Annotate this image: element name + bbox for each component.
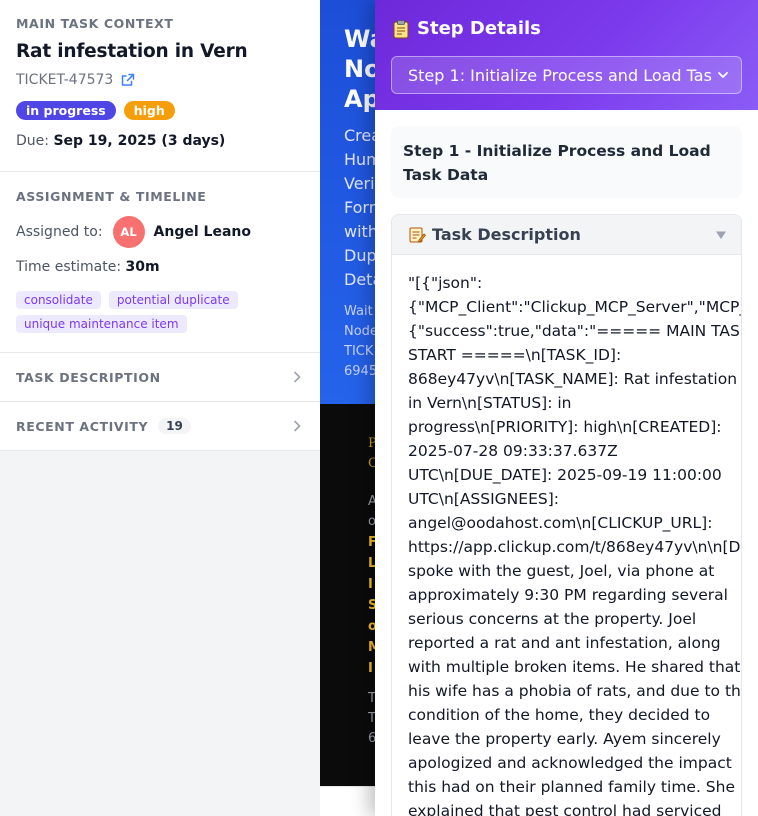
task-description-panel: Task Description "[{"json": {"MCP_Client… <box>391 214 742 816</box>
tag: consolidate <box>16 291 101 309</box>
assigned-label: Assigned to: <box>16 224 103 240</box>
step-details-drawer: Step Details Step 1: Initialize Process … <box>375 0 758 816</box>
assigned-row: Assigned to: AL Angel Leano <box>16 216 304 248</box>
desc-line: leave the property early. Ayem sincerely <box>408 730 721 748</box>
desc-line: progress\n[PRIORITY]: high\n[CREATED]: <box>408 418 722 436</box>
collapse-triangle-icon[interactable] <box>715 229 727 241</box>
time-label: Time estimate: <box>16 259 122 275</box>
task-description-title: Task Description <box>408 225 581 244</box>
task-title: Rat infestation in Vern <box>16 41 248 62</box>
desc-line: https://app.clickup.com/t/868ey47yv\n\n[… <box>408 538 742 556</box>
task-sidebar: MAIN TASK CONTEXT Rat infestation in Ver… <box>0 0 320 816</box>
desc-line: UTC\n[DUE_DATE]: 2025-09-19 11:00:00 <box>408 466 722 484</box>
assignment-timeline: ASSIGNMENT & TIMELINE Assigned to: AL An… <box>0 172 320 353</box>
priority-badge: high <box>123 101 175 120</box>
task-description-body: "[{"json": {"MCP_Client":"Clickup_MCP_Se… <box>392 255 741 816</box>
tag-list: consolidate potential duplicate unique m… <box>16 291 256 333</box>
desc-line: condition of the home, they decided to <box>408 706 711 724</box>
desc-line: START =====\n[TASK_ID]: <box>408 346 622 364</box>
step-select[interactable]: Step 1: Initialize Process and Load Task… <box>391 56 742 94</box>
recent-activity-label: RECENT ACTIVITY <box>16 418 149 434</box>
desc-line: {"success":true,"data":"===== MAIN TASK <box>408 322 742 340</box>
desc-line: 2025-07-28 09:33:37.637Z <box>408 442 618 460</box>
task-description-header[interactable]: Task Description <box>392 215 741 255</box>
section-eyebrow: ASSIGNMENT & TIMELINE <box>16 189 207 204</box>
memo-icon <box>408 226 426 244</box>
section-eyebrow: MAIN TASK CONTEXT <box>16 16 174 31</box>
desc-line: reported a rat and ant infestation, alon… <box>408 634 721 652</box>
desc-line: "[{"json": <box>408 274 483 292</box>
desc-line: spoke with the guest, Joel, via phone at <box>408 562 715 580</box>
desc-line: approximately 9:30 PM regarding several <box>408 586 728 604</box>
external-link-icon[interactable] <box>121 73 135 87</box>
tag: potential duplicate <box>108 291 238 309</box>
desc-line: explained that pest control had serviced <box>408 802 722 816</box>
desc-line: in Vern\n[STATUS]: in <box>408 394 572 412</box>
step-select-value: Step 1: Initialize Process and Load Task… <box>408 65 713 85</box>
desc-line: 868ey47yv\n[TASK_NAME]: Rat infestation <box>408 370 738 388</box>
clipboard-icon <box>391 19 411 39</box>
desc-line: apologized and acknowledged the impact <box>408 754 732 772</box>
time-estimate: Time estimate: 30m <box>16 259 304 275</box>
task-description-toggle[interactable]: TASK DESCRIPTION <box>0 353 320 402</box>
chevron-right-icon <box>294 371 301 383</box>
assignee-name: Angel Leano <box>153 224 251 240</box>
due-date: Due: Sep 19, 2025 (3 days) <box>16 133 304 149</box>
ticket-id: TICKET-47573 <box>16 72 114 88</box>
due-value: Sep 19, 2025 (3 days) <box>53 133 226 149</box>
step-card: Step 1 - Initialize Process and Load Tas… <box>391 126 742 198</box>
task-description-label: Task Description <box>432 225 581 244</box>
chevron-right-icon <box>294 420 301 432</box>
activity-count-badge: 19 <box>158 418 191 434</box>
due-label: Due: <box>16 133 49 149</box>
desc-line: serious concerns at the property. Joel <box>408 610 697 628</box>
desc-line: UTC\n[ASSIGNEES]: <box>408 490 559 508</box>
drawer-header: Step Details Step 1: Initialize Process … <box>375 0 758 110</box>
desc-line: angel@oodahost.com\n[CLICKUP_URL]: <box>408 514 713 532</box>
desc-line: with multiple broken items. He shared th… <box>408 658 741 676</box>
time-value: 30m <box>125 259 160 275</box>
avatar: AL <box>112 216 145 248</box>
status-badge: in progress <box>16 101 116 120</box>
desc-line: this had on their planned family time. S… <box>408 778 736 796</box>
chevron-down-icon <box>718 72 728 78</box>
task-description-label: TASK DESCRIPTION <box>16 369 161 385</box>
recent-activity-toggle[interactable]: RECENT ACTIVITY 19 <box>0 402 320 451</box>
desc-line: his wife has a phobia of rats, and due t… <box>408 682 742 700</box>
drawer-title-text: Step Details <box>417 18 541 39</box>
desc-line: {"MCP_Client":"Clickup_MCP_Server","MCP_… <box>408 298 742 316</box>
step-card-title: Step 1 - Initialize Process and Load Tas… <box>403 142 711 184</box>
badge-row: in progress high <box>16 101 304 120</box>
ticket-row: TICKET-47573 <box>16 72 304 88</box>
main-task-context: MAIN TASK CONTEXT Rat infestation in Ver… <box>0 0 320 172</box>
recent-activity-header: RECENT ACTIVITY 19 <box>16 418 191 434</box>
drawer-title: Step Details <box>391 18 742 39</box>
tag: unique maintenance item <box>16 315 187 333</box>
